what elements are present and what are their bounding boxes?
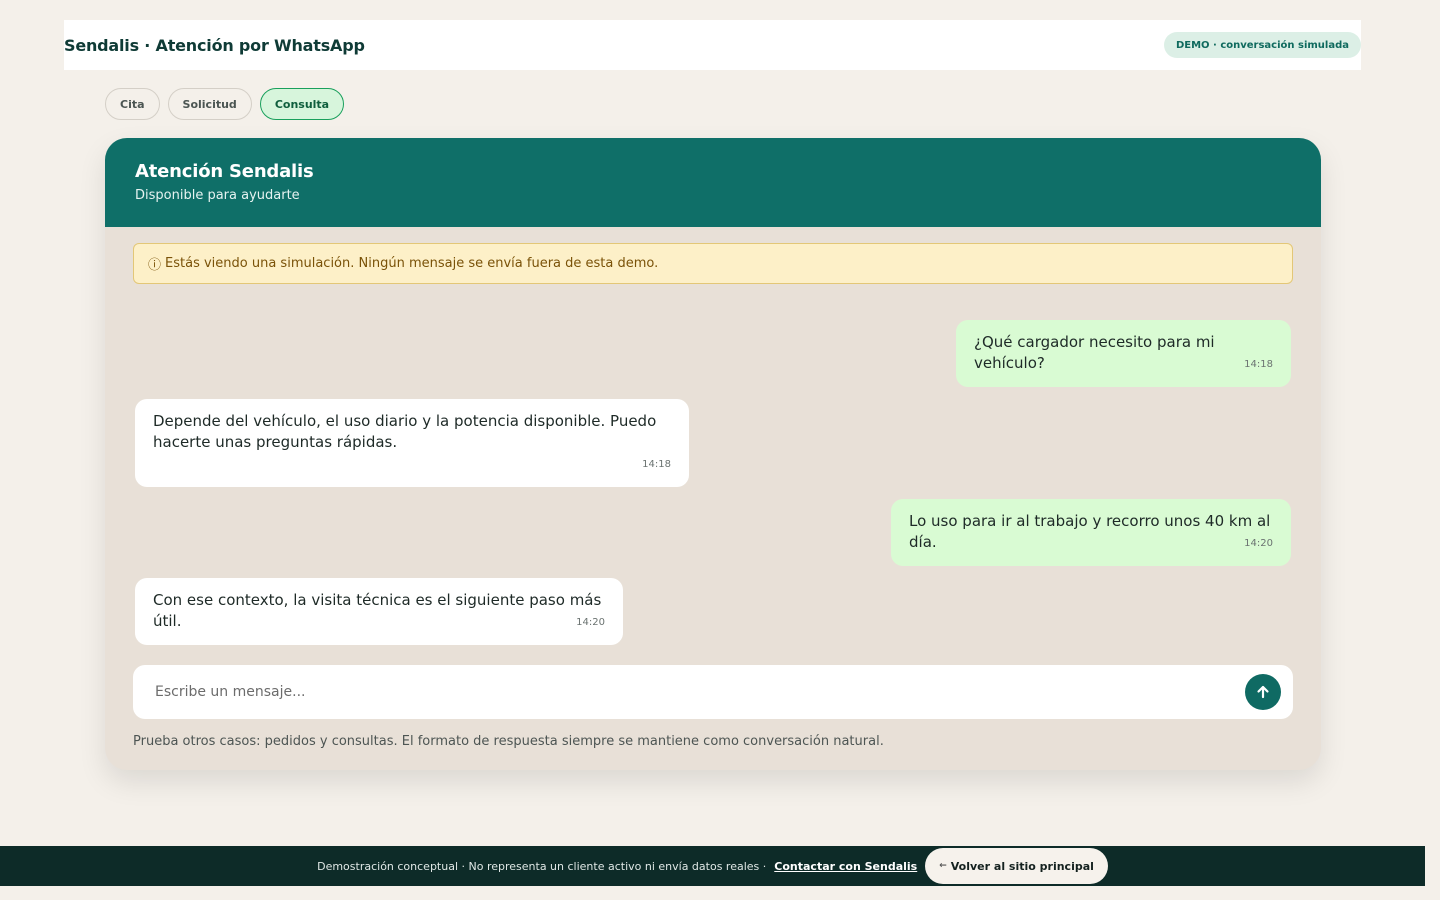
demo-badge: DEMO · conversación simulada (1163, 32, 1361, 58)
info-icon: ⓘ (148, 258, 162, 273)
chat-window: Atención Sendalis Disponible para ayudar… (105, 138, 1321, 770)
message-composer (133, 665, 1293, 719)
notice-text: Estás viendo una simulación. Ningún mens… (165, 256, 659, 271)
tab-solicitud[interactable]: Solicitud (167, 88, 252, 120)
message-time: 14:20 (1244, 538, 1273, 549)
back-button-label: Volver al sitio principal (950, 859, 1094, 873)
message-outgoing: Lo uso para ir al trabajo y recorro unos… (891, 499, 1291, 566)
tab-cita[interactable]: Cita (105, 88, 160, 120)
simulation-notice: ⓘ Estás viendo una simulación. Ningún me… (133, 243, 1293, 284)
message-incoming: Con ese contexto, la visita técnica es e… (135, 578, 623, 645)
message-time: 14:20 (576, 617, 605, 628)
message-text: Depende del vehículo, el uso diario y la… (153, 412, 657, 451)
chat-title: Atención Sendalis (135, 161, 314, 182)
footer-bar: Demostración conceptual · No representa … (0, 846, 1425, 886)
message-incoming: Depende del vehículo, el uso diario y la… (135, 399, 689, 487)
message-text: Lo uso para ir al trabajo y recorro unos… (909, 512, 1271, 551)
message-outgoing: ¿Qué cargador necesito para mi vehículo?… (956, 320, 1291, 387)
message-text: ¿Qué cargador necesito para mi vehículo? (974, 333, 1215, 372)
scenario-tabs: Cita Solicitud Consulta (105, 88, 345, 120)
tab-consulta[interactable]: Consulta (259, 88, 345, 120)
contact-link[interactable]: Contactar con Sendalis (774, 860, 917, 873)
hint-text: Prueba otros casos: pedidos y consultas.… (133, 734, 884, 749)
footer-disclaimer: Demostración conceptual · No representa … (317, 859, 767, 873)
send-button[interactable] (1245, 674, 1281, 710)
page-title: Sendalis · Atención por WhatsApp (64, 35, 365, 55)
arrow-left-icon: ← (939, 861, 947, 871)
chat-subtitle: Disponible para ayudarte (135, 188, 300, 203)
message-text: Con ese contexto, la visita técnica es e… (153, 591, 602, 630)
chat-header: Atención Sendalis Disponible para ayudar… (105, 138, 1321, 227)
back-to-site-button[interactable]: ← Volver al sitio principal (925, 848, 1108, 884)
top-bar: Sendalis · Atención por WhatsApp DEMO · … (64, 20, 1361, 70)
message-time: 14:18 (1244, 359, 1273, 370)
message-time: 14:18 (642, 459, 671, 470)
message-input[interactable] (155, 684, 1245, 700)
arrow-up-icon (1257, 685, 1269, 699)
